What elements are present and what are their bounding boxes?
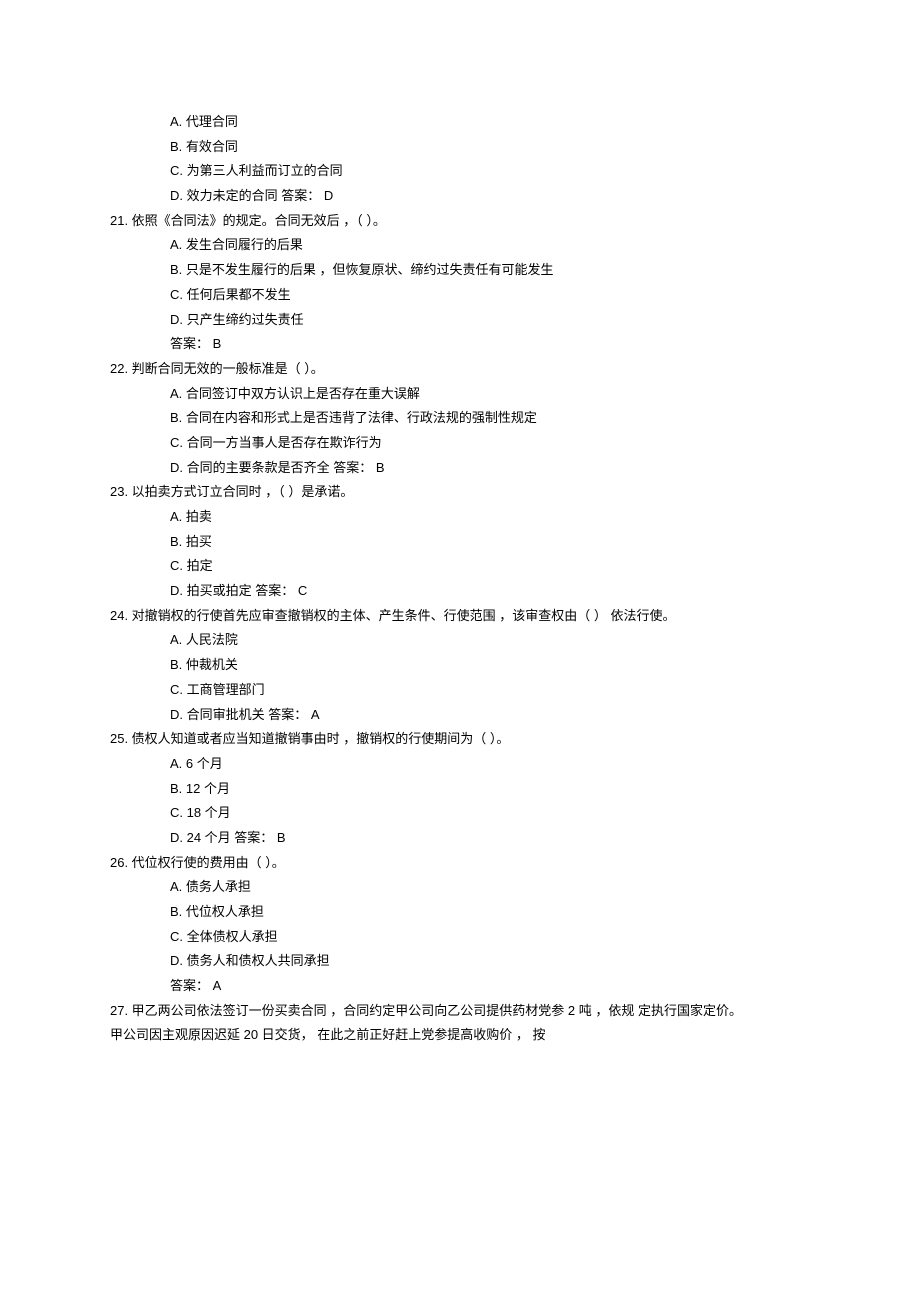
option-c: C. 为第三人利益而订立的合同 <box>110 159 810 184</box>
question-24-option-c: C. 工商管理部门 <box>110 678 810 703</box>
question-21-option-c: C. 任何后果都不发生 <box>110 283 810 308</box>
question-27-line2: 甲公司因主观原因迟延 20 日交货， 在此之前正好赶上党参提高收购价 ， 按 <box>110 1023 810 1048</box>
question-22-option-d: D. 合同的主要条款是否齐全 答案： B <box>110 456 810 481</box>
question-27-line1: 27. 甲乙两公司依法签订一份买卖合同 ，合同约定甲公司向乙公司提供药材党参 2… <box>110 999 810 1024</box>
question-23-option-b: B. 拍买 <box>110 530 810 555</box>
question-21-stem: 21. 依照《合同法》的规定。合同无效后 ，（ ）。 <box>110 209 810 234</box>
question-24-stem: 24. 对撤销权的行使首先应审查撤销权的主体、产生条件、行使范围 ，该审查权由（… <box>110 604 810 629</box>
question-21-option-a: A. 发生合同履行的后果 <box>110 233 810 258</box>
question-23-option-c: C. 拍定 <box>110 554 810 579</box>
question-26-stem: 26. 代位权行使的费用由（ ）。 <box>110 851 810 876</box>
question-26-option-d: D. 债务人和债权人共同承担 <box>110 949 810 974</box>
question-24-option-d: D. 合同审批机关 答案： A <box>110 703 810 728</box>
question-25-stem: 25. 债权人知道或者应当知道撤销事由时 ，撤销权的行使期间为（ ）。 <box>110 727 810 752</box>
question-22-option-b: B. 合同在内容和形式上是否违背了法律、行政法规的强制性规定 <box>110 406 810 431</box>
question-26-option-b: B. 代位权人承担 <box>110 900 810 925</box>
question-24-option-b: B. 仲裁机关 <box>110 653 810 678</box>
question-23-stem: 23. 以拍卖方式订立合同时 ，（ ）是承诺。 <box>110 480 810 505</box>
option-d: D. 效力未定的合同 答案： D <box>110 184 810 209</box>
question-23-option-d: D. 拍买或拍定 答案： C <box>110 579 810 604</box>
question-22-stem: 22. 判断合同无效的一般标准是（ ）。 <box>110 357 810 382</box>
question-21-option-d: D. 只产生缔约过失责任 <box>110 308 810 333</box>
question-25-option-d: D. 24 个月 答案： B <box>110 826 810 851</box>
question-23-option-a: A. 拍卖 <box>110 505 810 530</box>
question-24-option-a: A. 人民法院 <box>110 628 810 653</box>
question-25-option-b: B. 12 个月 <box>110 777 810 802</box>
question-22-option-c: C. 合同一方当事人是否存在欺诈行为 <box>110 431 810 456</box>
option-b: B. 有效合同 <box>110 135 810 160</box>
question-21-answer: 答案： B <box>110 332 810 357</box>
option-a: A. 代理合同 <box>110 110 810 135</box>
question-26-option-c: C. 全体债权人承担 <box>110 925 810 950</box>
question-22-option-a: A. 合同签订中双方认识上是否存在重大误解 <box>110 382 810 407</box>
question-26-answer: 答案： A <box>110 974 810 999</box>
question-25-option-c: C. 18 个月 <box>110 801 810 826</box>
question-21-option-b: B. 只是不发生履行的后果 ，但恢复原状、缔约过失责任有可能发生 <box>110 258 810 283</box>
question-25-option-a: A. 6 个月 <box>110 752 810 777</box>
question-26-option-a: A. 债务人承担 <box>110 875 810 900</box>
